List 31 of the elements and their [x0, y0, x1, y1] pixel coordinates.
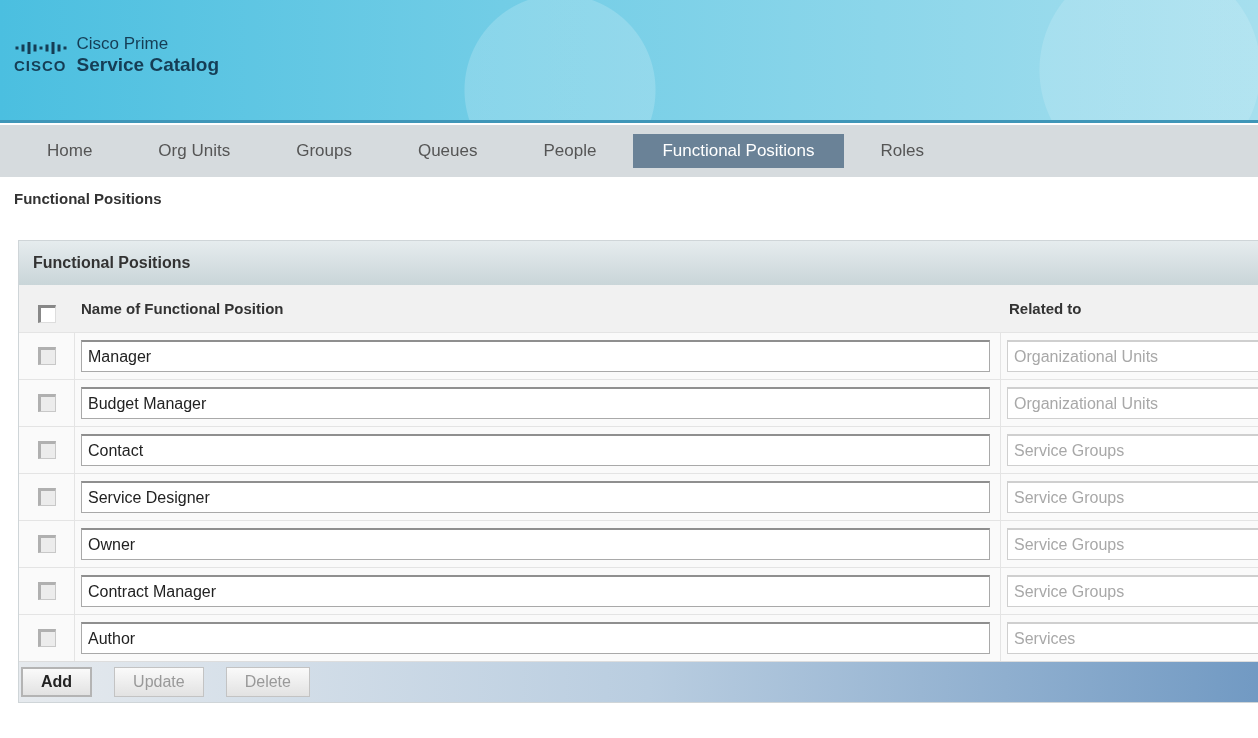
checkbox[interactable] [37, 347, 56, 365]
logo-word: CISCO [14, 56, 67, 76]
name-field[interactable]: Contract Manager [81, 575, 990, 607]
product-name: Service Catalog [76, 54, 220, 76]
name-field[interactable]: Service Designer [81, 481, 990, 513]
panel-title: Functional Positions [33, 254, 191, 272]
checkbox[interactable] [37, 394, 56, 412]
page-title: Functional Positions [14, 190, 162, 207]
checkbox[interactable] [37, 629, 56, 647]
column-header: Related to [1009, 300, 1082, 317]
column-header: Name of Functional Position [81, 300, 284, 317]
nav-tab[interactable]: Roles [851, 134, 953, 168]
nav-tab[interactable]: Org Units [129, 134, 260, 168]
action-button[interactable]: Add [21, 667, 93, 697]
name-field[interactable]: Manager [81, 340, 990, 372]
nav-tab[interactable]: Groups [267, 134, 381, 168]
checkbox[interactable] [37, 535, 56, 553]
name-field[interactable]: Owner [81, 528, 990, 560]
nav-tab[interactable]: Queues [388, 134, 507, 168]
name-field[interactable]: Author [81, 622, 990, 654]
nav-tab[interactable]: People [514, 134, 626, 168]
product-line: Cisco Prime [76, 34, 170, 54]
cisco-bars-icon [14, 40, 67, 54]
nav-tab[interactable]: Functional Positions [633, 134, 844, 168]
checkbox[interactable] [37, 488, 56, 506]
checkbox[interactable] [38, 304, 56, 323]
checkbox[interactable] [37, 582, 56, 600]
name-field[interactable]: Contact [81, 434, 990, 466]
name-field[interactable]: Budget Manager [81, 387, 990, 419]
checkbox[interactable] [37, 441, 56, 459]
nav-tab[interactable]: Home [18, 134, 122, 168]
